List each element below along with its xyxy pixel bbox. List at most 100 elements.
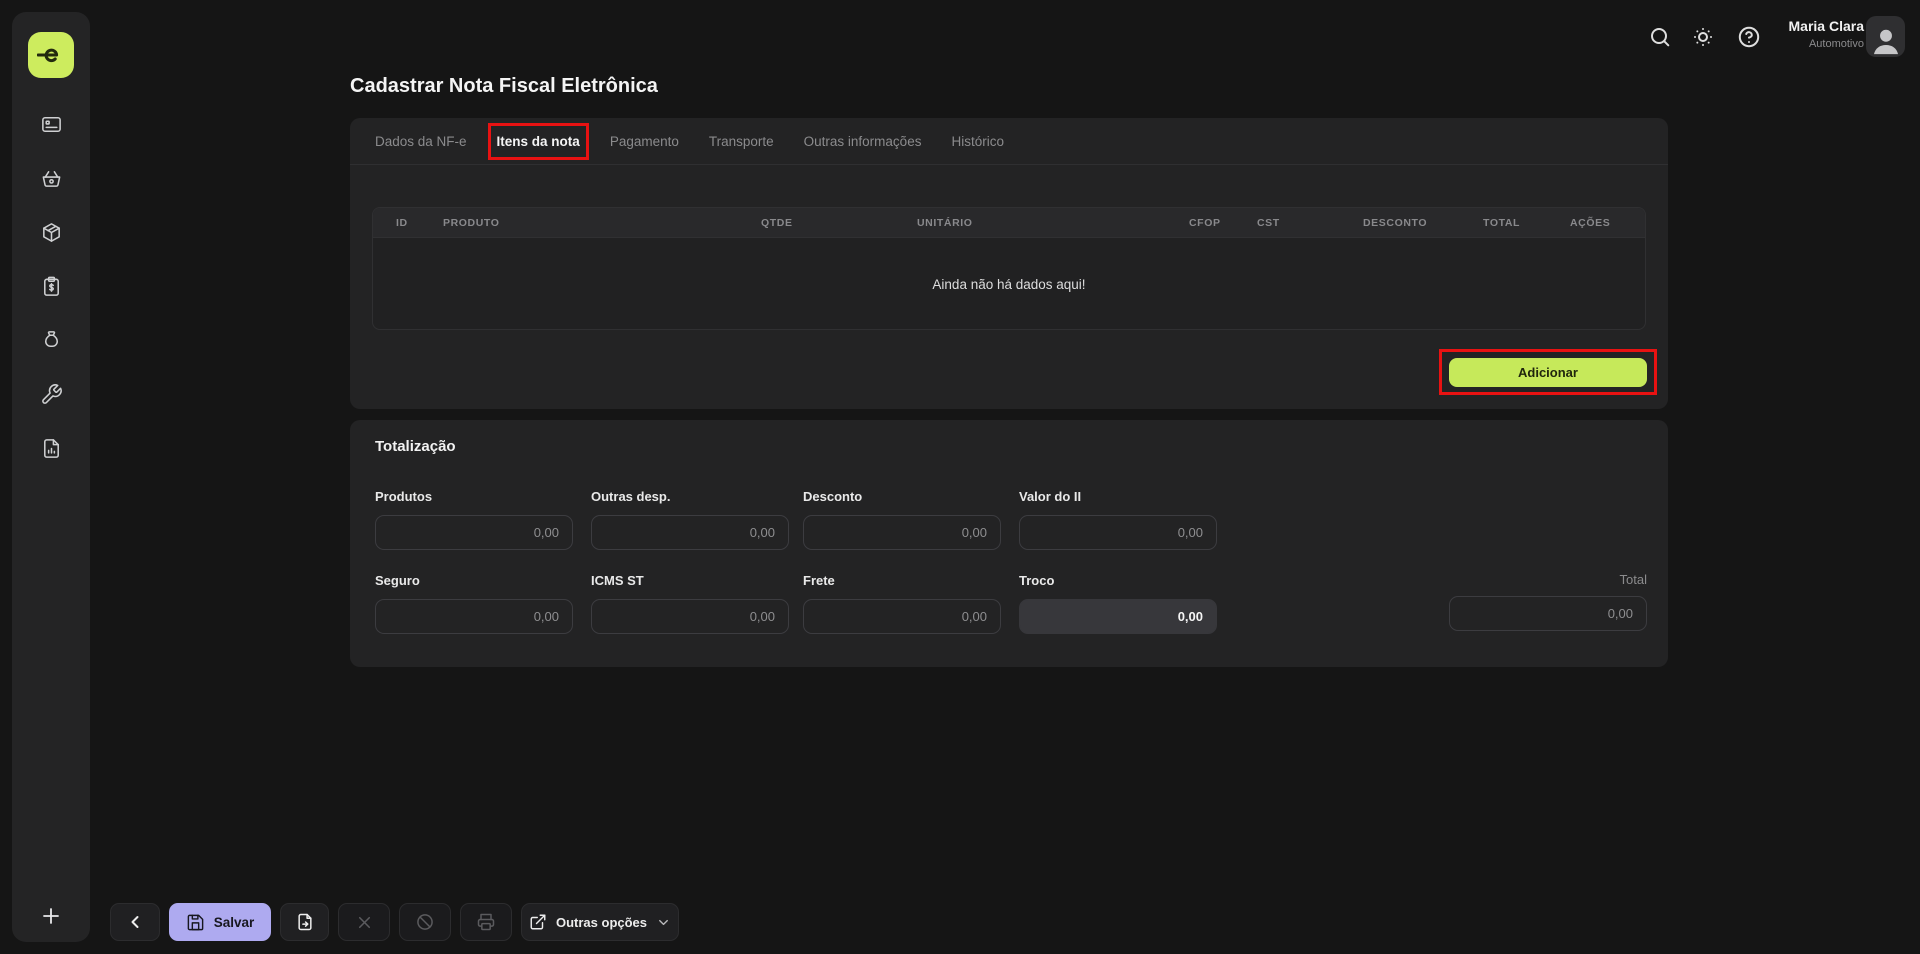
person-icon (1869, 23, 1903, 57)
clipboard-dollar-icon (40, 275, 63, 298)
save-button[interactable]: Salvar (169, 903, 271, 941)
logo-e-icon (37, 41, 65, 69)
field-desconto-input[interactable] (803, 515, 1001, 550)
items-table-header: ID PRODUTO QTDE UNITÁRIO CFOP CST DESCON… (373, 208, 1645, 238)
col-total: TOTAL (1483, 217, 1520, 229)
field-valor-do-ii: Valor do II (1019, 488, 1217, 550)
footer-action-bar: Salvar (110, 903, 679, 941)
ban-icon (415, 912, 435, 932)
page: Maria Clara Automotivo Cadastrar Nota Fi… (0, 0, 1920, 954)
save-floppy-icon (186, 913, 205, 932)
back-button[interactable] (110, 903, 160, 941)
field-produtos-input[interactable] (375, 515, 573, 550)
field-troco-input (1019, 599, 1217, 634)
field-desconto-label: Desconto (803, 489, 862, 504)
col-cfop: CFOP (1189, 217, 1221, 229)
field-icms-st: ICMS ST (591, 572, 789, 634)
more-options-button[interactable]: Outras opções (521, 903, 679, 941)
annotation-rect-add-button: Adicionar (1439, 349, 1657, 395)
field-valor-do-ii-input[interactable] (1019, 515, 1217, 550)
help-circle-icon (1737, 25, 1761, 49)
field-outras-desp-input[interactable] (591, 515, 789, 550)
items-table: ID PRODUTO QTDE UNITÁRIO CFOP CST DESCON… (372, 207, 1646, 330)
field-icms-st-label: ICMS ST (591, 573, 644, 588)
field-troco-label: Troco (1019, 573, 1054, 588)
brightness-sun-icon (1691, 25, 1715, 49)
printer-icon (476, 912, 496, 932)
plus-icon (39, 904, 63, 928)
field-seguro-label: Seguro (375, 573, 420, 588)
tab-pagamento[interactable]: Pagamento (610, 134, 679, 149)
field-total: Total (1449, 572, 1647, 631)
adicionar-button[interactable]: Adicionar (1449, 358, 1647, 387)
field-frete-label: Frete (803, 573, 835, 588)
sidebar-item-sales[interactable] (39, 166, 63, 190)
totals-card: Totalização Produtos Outras desp. Descon… (350, 420, 1668, 667)
field-seguro: Seguro (375, 572, 573, 634)
field-total-input[interactable] (1449, 596, 1647, 631)
void-button[interactable] (399, 903, 451, 941)
tab-bar: Dados da NF-e Itens da nota Pagamento Tr… (350, 118, 1668, 165)
sidebar-item-reports[interactable] (39, 436, 63, 460)
user-menu[interactable]: Maria Clara Automotivo (1789, 18, 1864, 50)
field-total-label: Total (1449, 572, 1647, 587)
user-role: Automotivo (1789, 38, 1864, 50)
more-options-label: Outras opções (556, 915, 647, 930)
money-bag-icon (40, 329, 63, 352)
field-outras-desp-label: Outras desp. (591, 489, 670, 504)
chevron-down-icon (656, 915, 671, 930)
empty-state-text: Ainda não há dados aqui! (373, 238, 1645, 330)
file-chart-icon (40, 437, 63, 460)
col-desconto: DESCONTO (1363, 217, 1427, 229)
col-produto: PRODUTO (443, 217, 500, 229)
tab-dados-da-nfe[interactable]: Dados da NF-e (375, 134, 467, 149)
app-logo[interactable] (28, 32, 74, 78)
col-qtde: QTDE (761, 217, 793, 229)
field-icms-st-input[interactable] (591, 599, 789, 634)
help-button[interactable] (1737, 25, 1761, 49)
save-button-label: Salvar (214, 915, 255, 930)
wrench-icon (40, 383, 63, 406)
search-icon (1648, 25, 1672, 49)
avatar[interactable] (1866, 16, 1905, 57)
search-button[interactable] (1648, 25, 1672, 49)
field-troco: Troco (1019, 572, 1217, 634)
user-name: Maria Clara (1789, 18, 1864, 34)
cancel-button[interactable] (338, 903, 390, 941)
x-icon (355, 913, 374, 932)
tab-itens-da-nota[interactable]: Itens da nota (497, 134, 580, 149)
col-id: ID (396, 217, 408, 229)
sidebar-item-billing[interactable] (39, 274, 63, 298)
sidebar (12, 12, 90, 942)
field-outras-desp: Outras desp. (591, 488, 789, 550)
tab-historico[interactable]: Histórico (951, 134, 1004, 149)
totals-title: Totalização (375, 438, 456, 455)
shopping-basket-icon (40, 167, 63, 190)
tab-outras-informacoes[interactable]: Outras informações (804, 134, 922, 149)
package-icon (40, 221, 63, 244)
tab-transporte[interactable]: Transporte (709, 134, 774, 149)
col-unitario: UNITÁRIO (917, 217, 973, 229)
field-frete-input[interactable] (803, 599, 1001, 634)
theme-toggle-button[interactable] (1691, 25, 1715, 49)
col-cst: CST (1257, 217, 1280, 229)
field-seguro-input[interactable] (375, 599, 573, 634)
page-title: Cadastrar Nota Fiscal Eletrônica (350, 75, 658, 98)
items-card: Dados da NF-e Itens da nota Pagamento Tr… (350, 118, 1668, 409)
sidebar-item-registrations[interactable] (39, 112, 63, 136)
sidebar-item-services[interactable] (39, 382, 63, 406)
sidebar-item-stock[interactable] (39, 220, 63, 244)
field-valor-do-ii-label: Valor do II (1019, 489, 1081, 504)
field-produtos: Produtos (375, 488, 573, 550)
sidebar-item-finance[interactable] (39, 328, 63, 352)
file-output-icon (295, 912, 315, 932)
field-frete: Frete (803, 572, 1001, 634)
contact-card-icon (40, 113, 63, 136)
chevron-left-icon (125, 912, 145, 932)
add-new-button[interactable] (12, 904, 90, 928)
sidebar-nav (12, 112, 90, 460)
generate-document-button[interactable] (280, 903, 329, 941)
external-link-icon (529, 913, 547, 931)
print-button[interactable] (460, 903, 512, 941)
field-produtos-label: Produtos (375, 489, 432, 504)
